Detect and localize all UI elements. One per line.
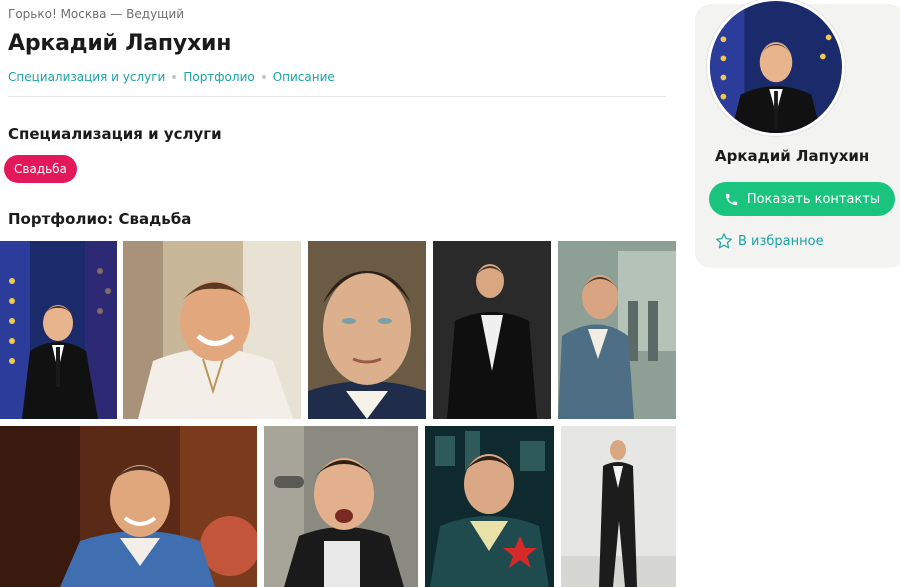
portfolio-photo-face-closeup[interactable] xyxy=(308,241,426,419)
star-icon xyxy=(716,233,732,249)
phone-icon xyxy=(725,193,737,205)
portfolio-photo-blue-jacket-street[interactable] xyxy=(558,241,676,419)
portfolio-photo-black-jacket-dark[interactable] xyxy=(433,241,551,419)
separator-dot xyxy=(261,75,266,79)
anchor-description[interactable]: Описание xyxy=(273,70,335,84)
add-to-favorites[interactable]: В избранное xyxy=(715,232,824,250)
portfolio-photo-stage-suit[interactable] xyxy=(0,241,117,419)
breadcrumb[interactable]: Горько! Москва — Ведущий xyxy=(8,7,184,21)
main-content: Горько! Москва — Ведущий Аркадий Лапухин… xyxy=(0,0,680,587)
portfolio-photo-smiling-white-shirt[interactable] xyxy=(123,241,301,419)
portfolio-photo-blue-jacket-laughing[interactable] xyxy=(0,426,257,587)
show-contacts-button[interactable]: Показать контакты xyxy=(709,182,895,216)
anchor-services[interactable]: Специализация и услуги xyxy=(8,70,165,84)
services-heading: Специализация и услуги xyxy=(8,125,222,143)
avatar xyxy=(707,0,845,136)
section-anchors: Специализация и услуги Портфолио Описани… xyxy=(8,70,335,84)
profile-card: Аркадий Лапухин Показать контакты В избр… xyxy=(695,0,900,268)
divider xyxy=(8,96,666,97)
anchor-portfolio[interactable]: Портфолио xyxy=(183,70,254,84)
favorites-label: В избранное xyxy=(738,233,824,249)
portfolio-photo-microphone[interactable] xyxy=(264,426,418,587)
separator-dot xyxy=(172,75,177,79)
portfolio-photo-full-length-suit[interactable] xyxy=(561,426,676,587)
tag-wedding[interactable]: Свадьба xyxy=(4,155,77,183)
profile-name: Аркадий Лапухин xyxy=(715,147,870,165)
page-title: Аркадий Лапухин xyxy=(8,31,232,56)
show-contacts-label: Показать контакты xyxy=(746,191,881,207)
portfolio-heading: Портфолио: Свадьба xyxy=(8,210,192,228)
portfolio-photo-green-jacket-badge[interactable] xyxy=(425,426,554,587)
